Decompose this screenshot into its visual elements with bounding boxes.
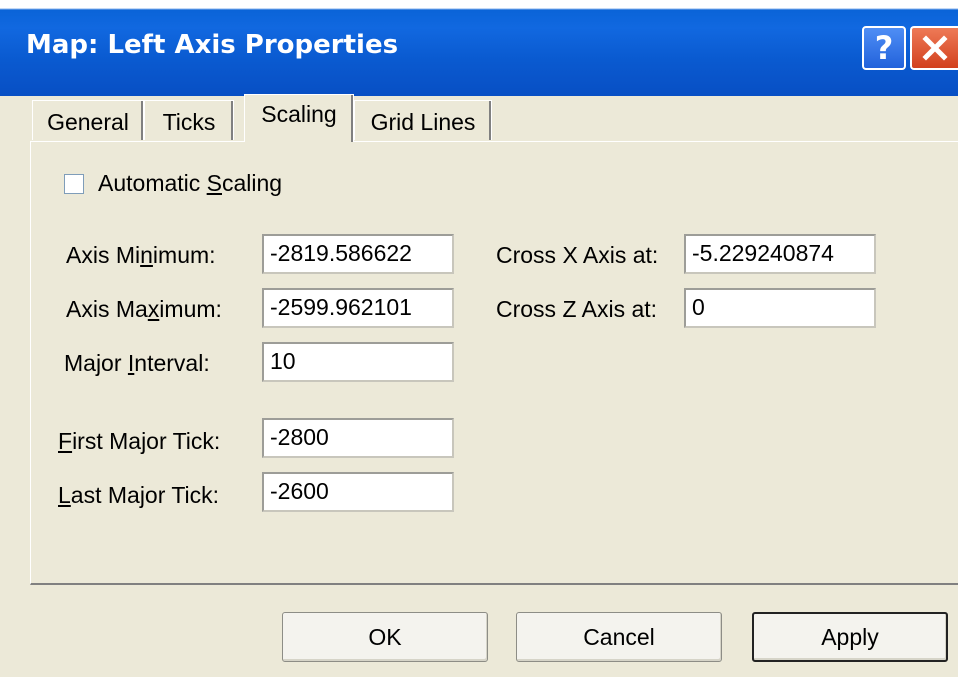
major-interval-field[interactable]: 10 xyxy=(262,342,454,382)
tab-ticks[interactable]: Ticks xyxy=(144,100,234,140)
automatic-scaling-checkbox[interactable] xyxy=(64,174,84,194)
ok-button[interactable]: OK xyxy=(282,612,488,662)
cross-x-axis-label: Cross X Axis at: xyxy=(496,242,659,268)
tab-general-label: General xyxy=(47,109,129,135)
tab-general[interactable]: General xyxy=(32,100,144,140)
close-icon xyxy=(922,35,948,61)
last-major-tick-field[interactable]: -2600 xyxy=(262,472,454,512)
cancel-button[interactable]: Cancel xyxy=(516,612,722,662)
tab-scaling[interactable]: Scaling xyxy=(244,94,354,142)
last-major-tick-label: Last Major Tick: xyxy=(58,482,220,508)
axis-maximum-label: Axis Maximum: xyxy=(66,296,222,322)
window-title: Map: Left Axis Properties xyxy=(26,30,399,60)
cross-x-axis-field[interactable]: -5.229240874 xyxy=(684,234,876,274)
tab-grid-lines-label: Grid Lines xyxy=(370,109,476,135)
tab-grid-lines[interactable]: Grid Lines xyxy=(354,100,492,140)
tab-ticks-label: Ticks xyxy=(162,109,216,135)
cross-z-axis-label: Cross Z Axis at: xyxy=(496,296,658,322)
help-icon: ? xyxy=(874,29,894,67)
major-interval-label: Major Interval: xyxy=(64,350,210,376)
axis-minimum-label: Axis Minimum: xyxy=(66,242,216,268)
first-major-tick-label: First Major Tick: xyxy=(58,428,221,454)
tab-scaling-label: Scaling xyxy=(261,101,337,127)
axis-maximum-field[interactable]: -2599.962101 xyxy=(262,288,454,328)
axis-minimum-field[interactable]: -2819.586622 xyxy=(262,234,454,274)
title-bar: Map: Left Axis Properties ? xyxy=(0,0,958,96)
first-major-tick-field[interactable]: -2800 xyxy=(262,418,454,458)
close-button[interactable] xyxy=(910,26,958,70)
help-button[interactable]: ? xyxy=(862,26,906,70)
automatic-scaling-label[interactable]: Automatic Scaling xyxy=(98,170,282,197)
cross-z-axis-field[interactable]: 0 xyxy=(684,288,876,328)
apply-button[interactable]: Apply xyxy=(752,612,948,662)
